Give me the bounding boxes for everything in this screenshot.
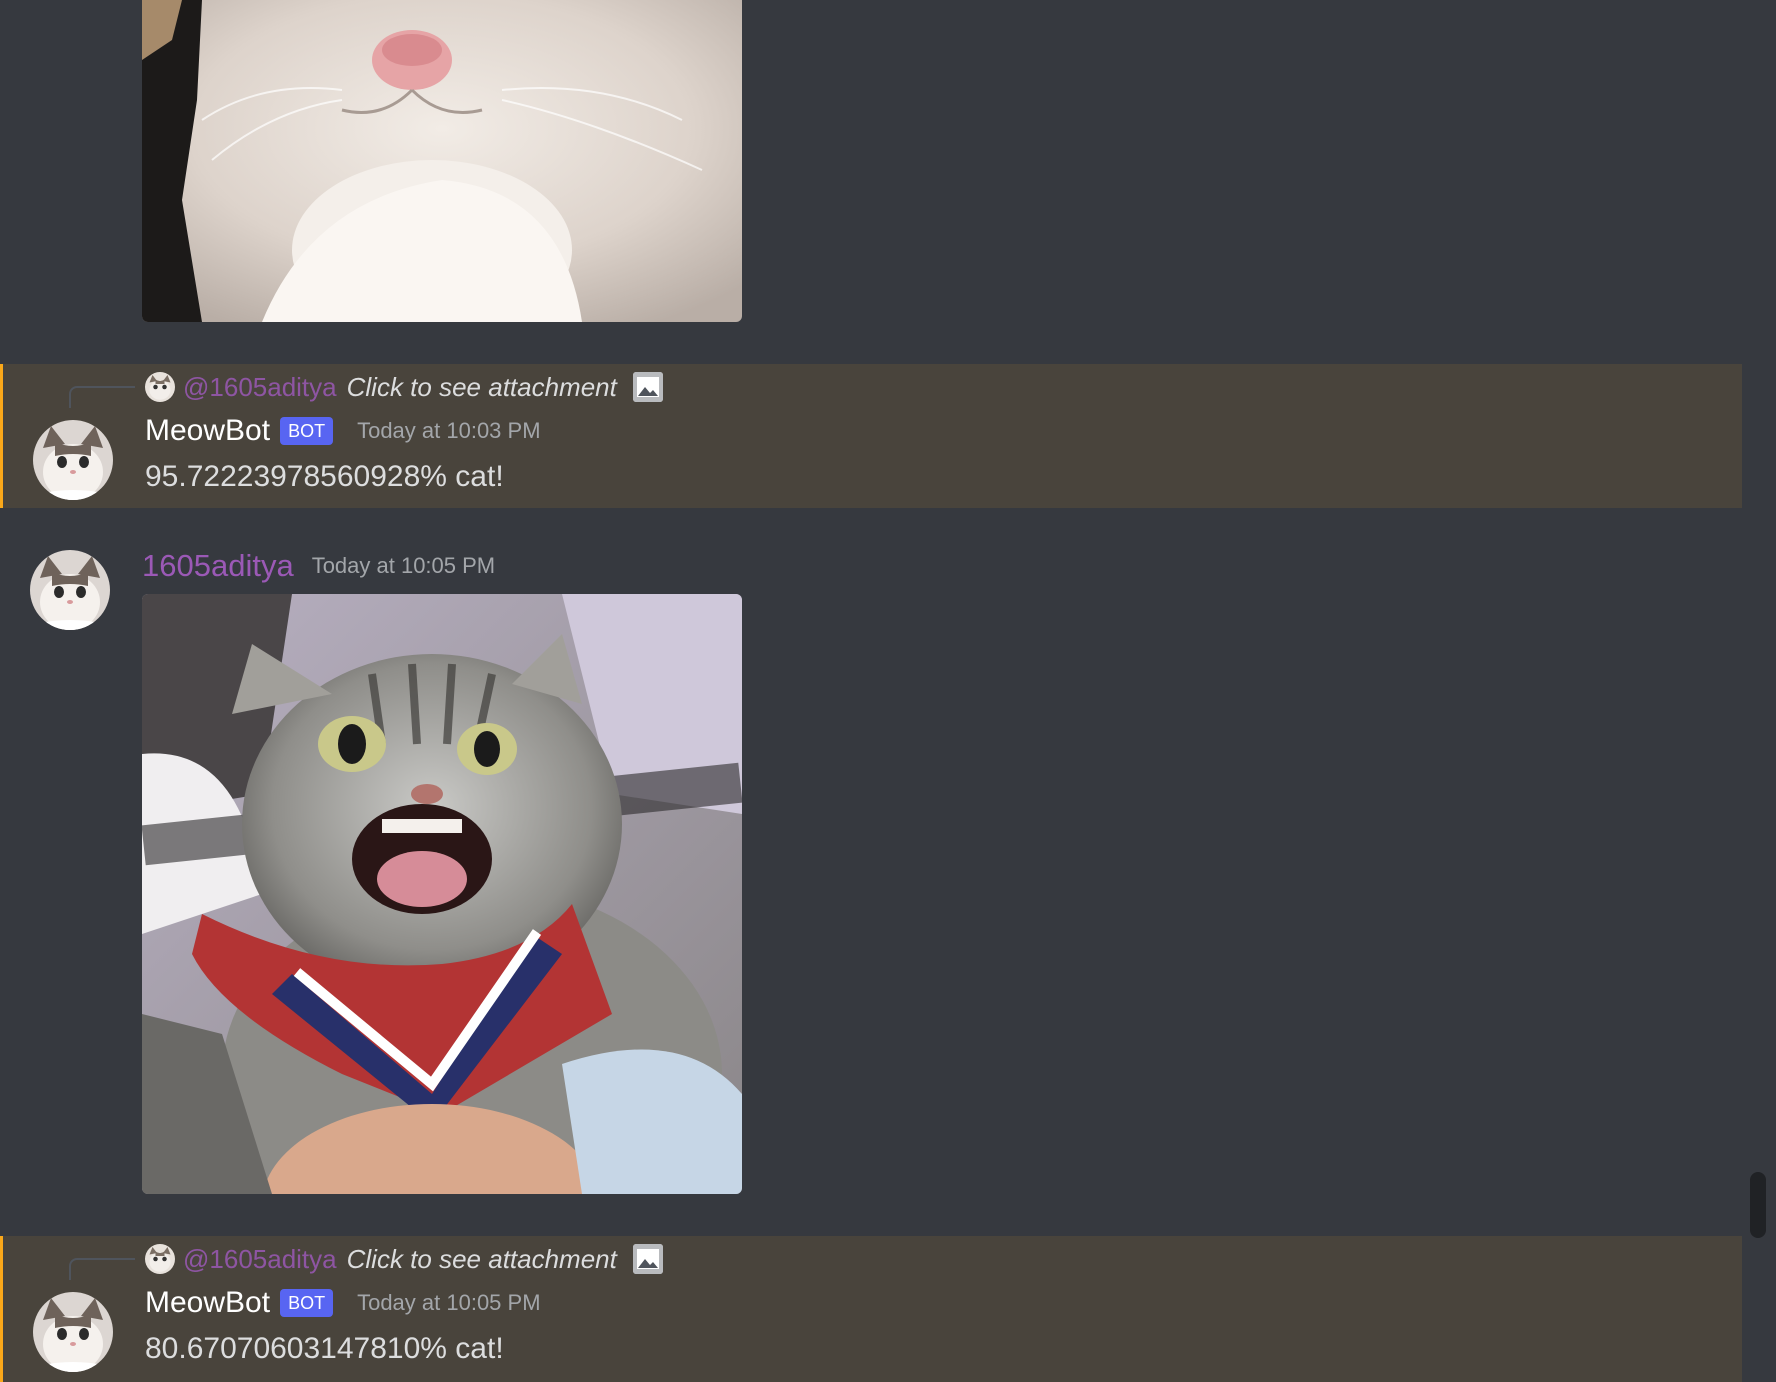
bot-message: @1605aditya Click to see attachment Meow…	[0, 364, 1742, 508]
author-name[interactable]: MeowBot	[145, 414, 270, 448]
white-cat-image	[142, 0, 742, 322]
message-header: 1605aditya Today at 10:05 PM	[142, 548, 495, 584]
scrollbar-thumb[interactable]	[1750, 1172, 1766, 1238]
reply-connector	[69, 1258, 135, 1280]
image-icon	[632, 1244, 663, 1274]
cat-image-attachment[interactable]	[142, 594, 742, 1194]
message-content: 80.67070603147810% cat!	[145, 1332, 504, 1365]
reply-reference[interactable]: @1605aditya Click to see attachment	[145, 370, 663, 404]
tabby-cat-image	[142, 594, 742, 1194]
reply-text[interactable]: Click to see attachment	[347, 1244, 617, 1275]
reply-reference[interactable]: @1605aditya Click to see attachment	[145, 1242, 663, 1276]
user-avatar[interactable]	[30, 550, 110, 630]
reply-text[interactable]: Click to see attachment	[347, 372, 617, 403]
timestamp[interactable]: Today at 10:03 PM	[357, 418, 540, 444]
meowbot-avatar[interactable]	[33, 420, 113, 500]
reply-mention[interactable]: @1605aditya	[183, 372, 337, 403]
bot-message: @1605aditya Click to see attachment Meow…	[0, 1236, 1742, 1382]
reply-connector	[69, 386, 135, 408]
image-icon	[632, 372, 663, 402]
chat-window: @1605aditya Click to see attachment Meow…	[0, 0, 1776, 1382]
reply-mention[interactable]: @1605aditya	[183, 1244, 337, 1275]
timestamp[interactable]: Today at 10:05 PM	[312, 553, 495, 579]
bot-tag: BOT	[280, 1289, 334, 1317]
timestamp[interactable]: Today at 10:05 PM	[357, 1290, 540, 1316]
author-name[interactable]: MeowBot	[145, 1286, 270, 1320]
author-name[interactable]: 1605aditya	[142, 548, 294, 584]
meowbot-avatar[interactable]	[33, 1292, 113, 1372]
reply-avatar	[145, 372, 175, 402]
message-header: MeowBot BOT Today at 10:05 PM	[145, 1286, 541, 1320]
message-header: MeowBot BOT Today at 10:03 PM	[145, 414, 541, 448]
cat-image-attachment[interactable]	[142, 0, 742, 322]
message-content: 95.72223978560928% cat!	[145, 460, 504, 493]
reply-avatar	[145, 1244, 175, 1274]
bot-tag: BOT	[280, 417, 334, 445]
